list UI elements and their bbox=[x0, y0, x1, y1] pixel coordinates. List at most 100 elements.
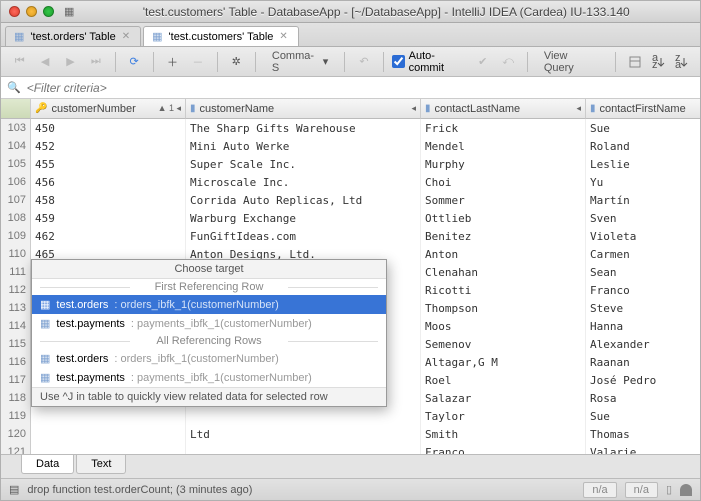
tab-text[interactable]: Text bbox=[76, 455, 126, 474]
table-cell[interactable] bbox=[31, 443, 186, 454]
table-cell[interactable]: Mendel bbox=[421, 137, 586, 155]
table-cell[interactable]: 115 bbox=[1, 335, 31, 353]
popup-item[interactable]: ▦test.payments: payments_ibfk_1(customer… bbox=[32, 314, 386, 333]
table-cell[interactable]: Salazar bbox=[421, 389, 586, 407]
table-cell[interactable]: Altagar,G M bbox=[421, 353, 586, 371]
table-cell[interactable]: 117 bbox=[1, 371, 31, 389]
table-cell[interactable]: Leslie bbox=[586, 155, 700, 173]
table-cell[interactable]: 119 bbox=[1, 407, 31, 425]
table-cell[interactable]: Frick bbox=[421, 119, 586, 137]
table-cell[interactable]: Franco bbox=[421, 443, 586, 454]
table-cell[interactable]: Microscale Inc. bbox=[186, 173, 421, 191]
table-cell[interactable]: Sue bbox=[586, 407, 700, 425]
table-cell[interactable]: 107 bbox=[1, 191, 31, 209]
table-cell[interactable]: 452 bbox=[31, 137, 186, 155]
table-cell[interactable]: 120 bbox=[1, 425, 31, 443]
next-page-button[interactable]: ▶ bbox=[60, 51, 81, 73]
tab-orders[interactable]: ▦ 'test.orders' Table ✕ bbox=[5, 26, 141, 46]
table-cell[interactable]: Anton bbox=[421, 245, 586, 263]
refresh-button[interactable]: ⟳ bbox=[123, 51, 144, 73]
profile-icon[interactable] bbox=[680, 484, 692, 496]
table-cell[interactable] bbox=[186, 443, 421, 454]
column-header-customer-name[interactable]: ▮ customerName ◂ bbox=[186, 99, 421, 119]
last-page-button[interactable]: ⏭ bbox=[85, 51, 106, 73]
table-cell[interactable]: FunGiftIdeas.com bbox=[186, 227, 421, 245]
table-cell[interactable]: 103 bbox=[1, 119, 31, 137]
table-cell[interactable] bbox=[31, 425, 186, 443]
close-tab-icon[interactable]: ✕ bbox=[122, 31, 130, 42]
table-cell[interactable]: Sean bbox=[586, 263, 700, 281]
table-cell[interactable]: 462 bbox=[31, 227, 186, 245]
column-header-contact-first[interactable]: ▮ contactFirstName bbox=[586, 99, 700, 119]
table-cell[interactable]: 112 bbox=[1, 281, 31, 299]
table-cell[interactable]: 456 bbox=[31, 173, 186, 191]
table-cell[interactable]: 450 bbox=[31, 119, 186, 137]
table-cell[interactable]: Ltd bbox=[186, 425, 421, 443]
table-cell[interactable]: Yu bbox=[586, 173, 700, 191]
table-cell[interactable]: Ottlieb bbox=[421, 209, 586, 227]
table-cell[interactable]: Murphy bbox=[421, 155, 586, 173]
table-cell[interactable]: Raanan bbox=[586, 353, 700, 371]
column-header-customer-number[interactable]: 🔑 customerNumber ▲ 1 ◂ bbox=[31, 99, 186, 119]
table-cell[interactable]: Sven bbox=[586, 209, 700, 227]
autocommit-toggle[interactable]: Auto-commit bbox=[392, 50, 468, 74]
add-row-button[interactable]: ＋ bbox=[162, 51, 183, 73]
ddl-button[interactable] bbox=[624, 51, 645, 73]
table-cell[interactable]: 104 bbox=[1, 137, 31, 155]
table-cell[interactable]: 458 bbox=[31, 191, 186, 209]
table-cell[interactable]: 113 bbox=[1, 299, 31, 317]
undo-button[interactable]: ↶ bbox=[353, 51, 374, 73]
table-cell[interactable]: 105 bbox=[1, 155, 31, 173]
table-cell[interactable]: The Sharp Gifts Warehouse bbox=[186, 119, 421, 137]
tab-data[interactable]: Data bbox=[21, 455, 74, 474]
sort-desc-button[interactable]: za bbox=[673, 51, 692, 73]
table-cell[interactable]: Super Scale Inc. bbox=[186, 155, 421, 173]
filter-input[interactable] bbox=[27, 81, 694, 95]
table-cell[interactable]: Roland bbox=[586, 137, 700, 155]
table-cell[interactable]: Steve bbox=[586, 299, 700, 317]
tab-customers[interactable]: ▦ 'test.customers' Table ✕ bbox=[143, 26, 299, 46]
table-cell[interactable]: Thomas bbox=[586, 425, 700, 443]
table-cell[interactable]: Valarie bbox=[586, 443, 700, 454]
sort-asc-button[interactable]: az bbox=[649, 51, 668, 73]
table-cell[interactable]: 121 bbox=[1, 443, 31, 454]
popup-item[interactable]: ▦test.payments: payments_ibfk_1(customer… bbox=[32, 368, 386, 387]
autocommit-checkbox[interactable] bbox=[392, 55, 405, 68]
minimize-window-button[interactable] bbox=[26, 6, 37, 17]
table-cell[interactable]: Semenov bbox=[421, 335, 586, 353]
table-cell[interactable]: Carmen bbox=[586, 245, 700, 263]
row-number-header[interactable] bbox=[1, 99, 31, 119]
table-cell[interactable]: Clenahan bbox=[421, 263, 586, 281]
close-window-button[interactable] bbox=[9, 6, 20, 17]
rollback-button[interactable]: ⤺ bbox=[497, 51, 518, 73]
table-cell[interactable]: Corrida Auto Replicas, Ltd bbox=[186, 191, 421, 209]
table-cell[interactable]: 108 bbox=[1, 209, 31, 227]
table-cell[interactable]: 111 bbox=[1, 263, 31, 281]
table-cell[interactable]: Alexander bbox=[586, 335, 700, 353]
table-cell[interactable]: 118 bbox=[1, 389, 31, 407]
table-cell[interactable]: Thompson bbox=[421, 299, 586, 317]
table-cell[interactable]: Hanna bbox=[586, 317, 700, 335]
separator-dropdown[interactable]: Comma-S ▾ bbox=[264, 51, 336, 73]
table-cell[interactable]: 459 bbox=[31, 209, 186, 227]
table-cell[interactable]: José Pedro bbox=[586, 371, 700, 389]
view-query-button[interactable]: View Query bbox=[536, 51, 607, 73]
table-cell[interactable]: 455 bbox=[31, 155, 186, 173]
popup-item[interactable]: ▦test.orders: orders_ibfk_1(customerNumb… bbox=[32, 349, 386, 368]
table-cell[interactable]: Mini Auto Werke bbox=[186, 137, 421, 155]
settings-button[interactable]: ✲ bbox=[226, 51, 247, 73]
table-cell[interactable]: Benitez bbox=[421, 227, 586, 245]
table-cell[interactable]: Choi bbox=[421, 173, 586, 191]
table-cell[interactable]: 109 bbox=[1, 227, 31, 245]
table-cell[interactable]: Rosa bbox=[586, 389, 700, 407]
close-tab-icon[interactable]: ✕ bbox=[279, 31, 287, 42]
commit-button[interactable]: ✔ bbox=[472, 51, 493, 73]
table-cell[interactable]: Roel bbox=[421, 371, 586, 389]
table-cell[interactable]: Warburg Exchange bbox=[186, 209, 421, 227]
table-cell[interactable]: Sue bbox=[586, 119, 700, 137]
table-cell[interactable]: 114 bbox=[1, 317, 31, 335]
table-cell[interactable]: Martín bbox=[586, 191, 700, 209]
table-cell[interactable]: 106 bbox=[1, 173, 31, 191]
table-cell[interactable]: Sommer bbox=[421, 191, 586, 209]
column-header-contact-last[interactable]: ▮ contactLastName ◂ bbox=[421, 99, 586, 119]
